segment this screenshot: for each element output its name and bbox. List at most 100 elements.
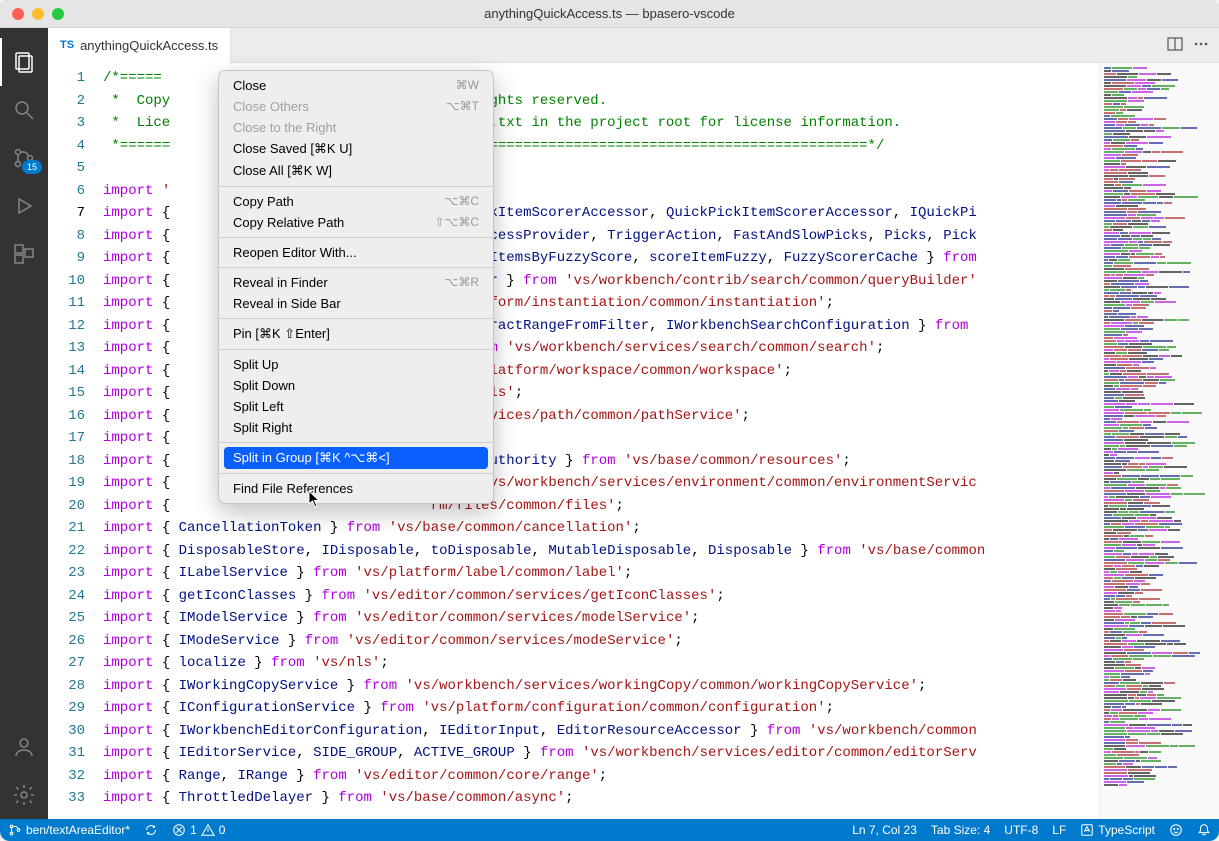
- context-menu-item[interactable]: Split in Group [⌘K ^⌥⌘<]: [224, 447, 488, 469]
- context-menu-separator: [219, 186, 493, 187]
- context-menu-item[interactable]: Reveal in Side Bar: [219, 293, 493, 314]
- context-menu-item: Close to the Right: [219, 117, 493, 138]
- extensions-icon[interactable]: [0, 230, 48, 278]
- tab-bar: TS anythingQuickAccess.ts: [48, 28, 1219, 63]
- context-menu-item: Close Others ⌥⌘T: [219, 96, 493, 117]
- line-number: 15: [48, 382, 85, 405]
- minimap[interactable]: [1099, 63, 1219, 819]
- context-menu-label: Close All [⌘K W]: [233, 163, 332, 179]
- context-menu-separator: [219, 442, 493, 443]
- code-line[interactable]: import { IModeService } from 'vs/editor/…: [103, 630, 1099, 653]
- line-number: 28: [48, 675, 85, 698]
- status-branch[interactable]: ben/textAreaEditor*: [8, 823, 130, 837]
- context-menu-item[interactable]: Split Down: [219, 375, 493, 396]
- editor-tab[interactable]: TS anythingQuickAccess.ts: [48, 28, 231, 63]
- context-menu-label: Reveal in Side Bar: [233, 296, 341, 311]
- status-feedback-icon[interactable]: [1169, 823, 1183, 837]
- split-editor-icon[interactable]: [1167, 36, 1183, 55]
- context-menu-item[interactable]: Find File References: [219, 478, 493, 499]
- context-menu-label: Close to the Right: [233, 120, 336, 135]
- explorer-icon[interactable]: [0, 38, 48, 86]
- code-line[interactable]: import { IWorkbenchEditorConfiguration, …: [103, 720, 1099, 743]
- line-number: 11: [48, 292, 85, 315]
- code-line[interactable]: import { DisposableStore, IDisposable, t…: [103, 540, 1099, 563]
- context-menu-shortcut: ⇧⌥⌘C: [434, 215, 479, 230]
- context-menu-item[interactable]: Copy Path⌥⌘C: [219, 191, 493, 212]
- close-window-icon[interactable]: [12, 8, 24, 20]
- context-menu-separator: [219, 349, 493, 350]
- context-menu-label: Reveal in Finder: [233, 275, 328, 290]
- settings-gear-icon[interactable]: [0, 771, 48, 819]
- scm-badge: 15: [22, 160, 42, 174]
- context-menu-item[interactable]: Reveal in Finder ⌥⌘R: [219, 272, 493, 293]
- context-menu-item[interactable]: Close Saved [⌘K U]: [219, 138, 493, 160]
- window-title: anythingQuickAccess.ts — bpasero-vscode: [484, 6, 735, 21]
- line-number: 19: [48, 472, 85, 495]
- status-sync[interactable]: [144, 823, 158, 837]
- line-number-gutter: 1234567891011121314151617181920212223242…: [48, 63, 103, 819]
- code-line[interactable]: import { IModelService } from 'vs/editor…: [103, 607, 1099, 630]
- context-menu-label: Pin [⌘K ⇧Enter]: [233, 326, 330, 342]
- minimize-window-icon[interactable]: [32, 8, 44, 20]
- line-number: 16: [48, 405, 85, 428]
- search-icon[interactable]: [0, 86, 48, 134]
- code-line[interactable]: import { IEditorService, SIDE_GROUP, ACT…: [103, 742, 1099, 765]
- code-line[interactable]: import { Range, IRange } from 'vs/editor…: [103, 765, 1099, 788]
- context-menu-item[interactable]: Pin [⌘K ⇧Enter]: [219, 323, 493, 345]
- context-menu-item[interactable]: Split Up: [219, 354, 493, 375]
- line-number: 12: [48, 315, 85, 338]
- line-number: 1: [48, 67, 85, 90]
- code-line[interactable]: import { CancellationToken } from 'vs/ba…: [103, 517, 1099, 540]
- line-number: 10: [48, 270, 85, 293]
- line-number: 29: [48, 697, 85, 720]
- code-line[interactable]: import { IConfigurationService } from 'v…: [103, 697, 1099, 720]
- status-tab-size[interactable]: Tab Size: 4: [931, 823, 990, 837]
- context-menu-shortcut: ⌥⌘T: [446, 99, 479, 114]
- status-eol[interactable]: LF: [1052, 823, 1066, 837]
- line-number: 21: [48, 517, 85, 540]
- maximize-window-icon[interactable]: [52, 8, 64, 20]
- context-menu-separator: [219, 267, 493, 268]
- context-menu-item[interactable]: Copy Relative Path⇧⌥⌘C: [219, 212, 493, 233]
- line-number: 20: [48, 495, 85, 518]
- run-debug-icon[interactable]: [0, 182, 48, 230]
- source-control-icon[interactable]: 15: [0, 134, 48, 182]
- context-menu-item[interactable]: Split Left: [219, 396, 493, 417]
- context-menu-label: Split Up: [233, 357, 279, 372]
- context-menu-item[interactable]: Reopen Editor With...: [219, 242, 493, 263]
- context-menu-separator: [219, 473, 493, 474]
- status-bell-icon[interactable]: [1197, 823, 1211, 837]
- context-menu-label: Split Down: [233, 378, 295, 393]
- status-encoding[interactable]: UTF-8: [1004, 823, 1038, 837]
- status-language[interactable]: TypeScript: [1080, 823, 1155, 837]
- context-menu-item[interactable]: Close⌘W: [219, 75, 493, 96]
- line-number: 27: [48, 652, 85, 675]
- context-menu-label: Close Saved [⌘K U]: [233, 141, 352, 157]
- line-number: 32: [48, 765, 85, 788]
- context-menu-label: Close Others: [233, 99, 309, 114]
- line-number: 4: [48, 135, 85, 158]
- line-number: 14: [48, 360, 85, 383]
- accounts-icon[interactable]: [0, 723, 48, 771]
- code-line[interactable]: import { ILabelService } from 'vs/platfo…: [103, 562, 1099, 585]
- titlebar: anythingQuickAccess.ts — bpasero-vscode: [0, 0, 1219, 28]
- line-number: 30: [48, 720, 85, 743]
- line-number: 13: [48, 337, 85, 360]
- tab-context-menu[interactable]: Close⌘W Close Others ⌥⌘T Close to the Right…: [218, 70, 494, 504]
- more-actions-icon[interactable]: [1193, 36, 1209, 55]
- status-bar: ben/textAreaEditor* 1 0 Ln 7, Col 23 Tab…: [0, 819, 1219, 841]
- status-problems[interactable]: 1 0: [172, 823, 225, 837]
- line-number: 6: [48, 180, 85, 203]
- status-cursor-position[interactable]: Ln 7, Col 23: [852, 823, 917, 837]
- code-line[interactable]: import { ThrottledDelayer } from 'vs/bas…: [103, 787, 1099, 810]
- code-line[interactable]: import { getIconClasses } from 'vs/edito…: [103, 585, 1099, 608]
- context-menu-shortcut: ⌥⌘R: [445, 275, 480, 290]
- line-number: 25: [48, 607, 85, 630]
- context-menu-shortcut: ⌥⌘C: [445, 194, 480, 209]
- context-menu-item[interactable]: Close All [⌘K W]: [219, 160, 493, 182]
- context-menu-item[interactable]: Split Right: [219, 417, 493, 438]
- line-number: 31: [48, 742, 85, 765]
- code-line[interactable]: import { IWorkingCopyService } from 'vs/…: [103, 675, 1099, 698]
- code-line[interactable]: import { localize } from 'vs/nls';: [103, 652, 1099, 675]
- line-number: 26: [48, 630, 85, 653]
